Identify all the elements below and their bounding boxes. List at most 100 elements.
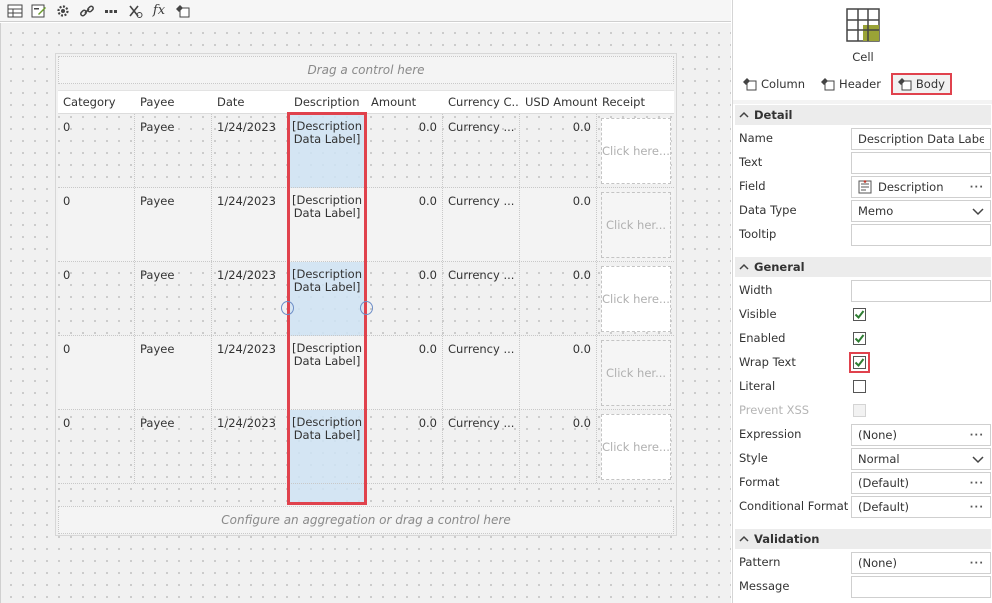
drop-zone-top[interactable]: Drag a control here <box>58 56 674 84</box>
cell-payee[interactable]: Payee <box>135 262 212 335</box>
cell-usd-amount[interactable]: 0.0 <box>520 188 597 261</box>
ellipsis-icon[interactable] <box>100 1 122 21</box>
header-receipt[interactable]: Receipt <box>597 91 674 114</box>
cell-amount[interactable]: 0.0 <box>366 188 443 261</box>
style-brush-icon[interactable] <box>172 1 194 21</box>
cell-currency[interactable]: Currency ... <box>443 410 520 483</box>
ellipsis-icon[interactable]: ··· <box>970 558 984 569</box>
cell-description[interactable]: [Description Data Label] <box>289 336 366 409</box>
grid-header-row: Category Payee Date Description Amount C… <box>58 90 674 114</box>
prop-name-label: Name <box>739 131 773 145</box>
drop-zone-bottom[interactable]: Configure an aggregation or drag a contr… <box>58 506 674 534</box>
name-input[interactable]: Description Data Label <box>851 128 991 150</box>
text-input[interactable] <box>851 152 991 174</box>
literal-checkbox[interactable] <box>853 380 866 393</box>
section-general-label: General <box>754 260 805 274</box>
prop-datatype: Data Type Memo <box>733 199 992 223</box>
ellipsis-icon[interactable]: ··· <box>970 502 984 513</box>
cell-date[interactable]: 1/24/2023 <box>212 410 289 483</box>
cell-description[interactable]: [Description Data Label] <box>289 188 366 261</box>
cell-date[interactable]: 1/24/2023 <box>212 262 289 335</box>
cell-receipt: Click her... <box>597 336 674 409</box>
header-usd-amount[interactable]: USD Amount <box>520 91 597 114</box>
receipt-upload-button[interactable]: Click here... <box>601 266 671 332</box>
expression-picker[interactable]: (None) ··· <box>851 424 991 446</box>
header-description[interactable]: Description <box>289 91 366 114</box>
cell-amount[interactable]: 0.0 <box>366 410 443 483</box>
header-category[interactable]: Category <box>58 91 135 114</box>
resize-handle-right[interactable] <box>360 301 373 315</box>
table-grid-icon[interactable] <box>4 1 26 21</box>
cell-category[interactable]: 0 <box>58 188 135 261</box>
cell-payee[interactable]: Payee <box>135 336 212 409</box>
ellipsis-icon[interactable]: ··· <box>970 478 984 489</box>
cell-payee[interactable]: Payee <box>135 410 212 483</box>
cell-currency[interactable]: Currency ... <box>443 188 520 261</box>
wrap-text-checkbox[interactable] <box>853 356 866 369</box>
pattern-picker[interactable]: (None) ··· <box>851 552 991 574</box>
tab-body[interactable]: Body <box>890 73 952 95</box>
cell-category[interactable]: 0 <box>58 336 135 409</box>
cell-currency[interactable]: Currency ... <box>443 262 520 335</box>
cell-date[interactable]: 1/24/2023 <box>212 336 289 409</box>
receipt-upload-button[interactable]: Click here... <box>601 118 671 184</box>
receipt-upload-button[interactable]: Click her... <box>601 192 671 258</box>
tab-column[interactable]: Column <box>737 73 811 95</box>
function-variable-icon[interactable] <box>124 1 146 21</box>
prop-pattern-label: Pattern <box>739 555 781 569</box>
prop-text: Text <box>733 151 992 175</box>
resize-handle-left[interactable] <box>281 301 294 315</box>
prop-literal: Literal <box>733 375 992 399</box>
conditional-format-picker[interactable]: (Default) ··· <box>851 496 991 518</box>
format-picker[interactable]: (Default) ··· <box>851 472 991 494</box>
cell-date[interactable]: 1/24/2023 <box>212 114 289 187</box>
enabled-checkbox[interactable] <box>853 332 866 345</box>
style-select[interactable]: Normal <box>851 448 991 470</box>
gear-icon[interactable] <box>52 1 74 21</box>
list-view-form: Drag a control here Category Payee Date … <box>55 53 677 536</box>
cell-usd-amount[interactable]: 0.0 <box>520 410 597 483</box>
tab-body-label: Body <box>915 77 945 91</box>
cell-usd-amount[interactable]: 0.0 <box>520 336 597 409</box>
cell-currency[interactable]: Currency ... <box>443 114 520 187</box>
cell-category[interactable]: 0 <box>58 262 135 335</box>
cell-description[interactable]: [Description Data Label] <box>289 410 366 483</box>
receipt-upload-button[interactable]: Click here... <box>601 414 671 480</box>
cell-description[interactable]: [Description Data Label] <box>289 262 366 335</box>
ellipsis-icon[interactable]: ··· <box>970 430 984 441</box>
cell-amount[interactable]: 0.0 <box>366 262 443 335</box>
prop-datatype-label: Data Type <box>739 203 797 217</box>
ellipsis-icon[interactable]: ··· <box>970 182 984 193</box>
header-payee[interactable]: Payee <box>135 91 212 114</box>
link-icon[interactable] <box>76 1 98 21</box>
field-picker[interactable]: Description ··· <box>851 176 991 198</box>
header-currency[interactable]: Currency C... <box>443 91 520 114</box>
cell-date[interactable]: 1/24/2023 <box>212 188 289 261</box>
cell-payee[interactable]: Payee <box>135 188 212 261</box>
tab-header[interactable]: Header <box>815 73 887 95</box>
cell-payee[interactable]: Payee <box>135 114 212 187</box>
edit-form-icon[interactable] <box>28 1 50 21</box>
cell-amount[interactable]: 0.0 <box>366 114 443 187</box>
expression-fx-icon[interactable]: fx <box>148 1 170 21</box>
cell-category[interactable]: 0 <box>58 410 135 483</box>
body-icon <box>897 78 912 91</box>
datatype-select[interactable]: Memo <box>851 200 991 222</box>
cell-category[interactable]: 0 <box>58 114 135 187</box>
cell-usd-amount[interactable]: 0.0 <box>520 262 597 335</box>
cell-amount[interactable]: 0.0 <box>366 336 443 409</box>
receipt-upload-button[interactable]: Click her... <box>601 340 671 406</box>
section-detail[interactable]: Detail <box>735 105 991 125</box>
cell-description[interactable]: [Description Data Label] <box>289 114 366 187</box>
cell-currency[interactable]: Currency ... <box>443 336 520 409</box>
section-validation-label: Validation <box>754 532 820 546</box>
visible-checkbox[interactable] <box>853 308 866 321</box>
tooltip-input[interactable] <box>851 224 991 246</box>
cell-usd-amount[interactable]: 0.0 <box>520 114 597 187</box>
header-amount[interactable]: Amount <box>366 91 443 114</box>
message-input[interactable] <box>851 576 991 598</box>
section-general[interactable]: General <box>735 257 991 277</box>
section-validation[interactable]: Validation <box>735 529 991 549</box>
width-input[interactable] <box>851 280 991 302</box>
header-date[interactable]: Date <box>212 91 289 114</box>
